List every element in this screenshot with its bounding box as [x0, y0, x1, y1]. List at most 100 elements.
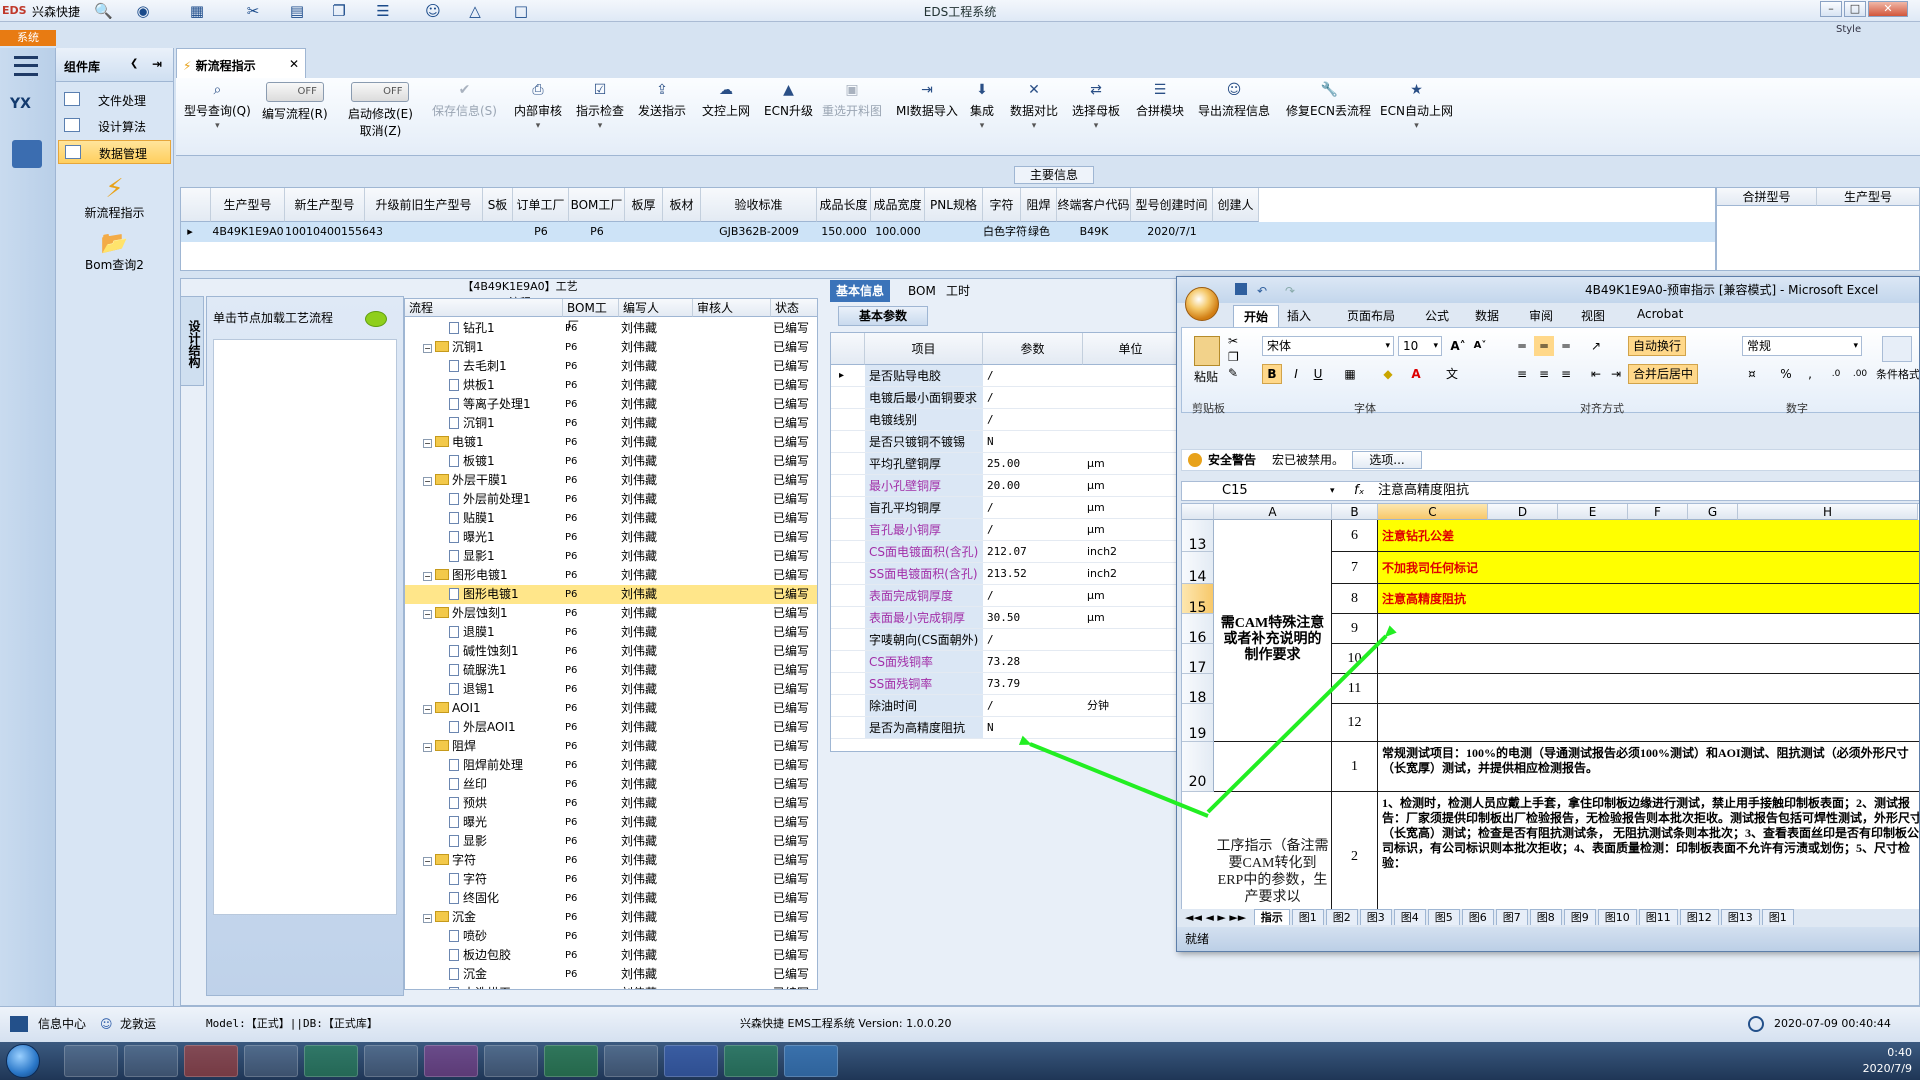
- number-format-select[interactable]: 常规 ▾: [1742, 336, 1862, 356]
- excel-ribbon-tab[interactable]: 页面布局: [1347, 307, 1395, 324]
- collapse-icon[interactable]: −: [423, 705, 432, 714]
- cell-b[interactable]: 12: [1332, 704, 1378, 742]
- flow-tree-row[interactable]: 外层AOI1 P6 刘伟藏 已编写: [405, 718, 817, 737]
- flow-tree-row[interactable]: 图形电镀1 P6 刘伟藏 已编写: [405, 585, 817, 604]
- param-value[interactable]: 73.79: [983, 673, 1083, 695]
- main-header-cell[interactable]: 订单工厂: [513, 188, 569, 222]
- param-row[interactable]: 是否只镀铜不镀锡 N: [831, 431, 1179, 453]
- name-box[interactable]: C15: [1222, 482, 1312, 500]
- flow-tree-row[interactable]: 沉金 P6 刘伟藏 已编写: [405, 965, 817, 984]
- font-size-select[interactable]: 10 ▾: [1398, 336, 1442, 356]
- check-button[interactable]: ☑ 指示检查 ▾: [576, 82, 624, 131]
- font-name-select[interactable]: 宋体 ▾: [1262, 336, 1394, 356]
- sheet-tab[interactable]: 图1: [1291, 909, 1324, 925]
- toolbox-icon[interactable]: [12, 140, 42, 168]
- sheet-tab[interactable]: 图9: [1563, 909, 1596, 925]
- main-header-cell[interactable]: 升级前旧生产型号: [365, 188, 483, 222]
- flow-tree-row[interactable]: − AOI1 P6 刘伟藏 已编写: [405, 699, 817, 718]
- row-header[interactable]: 19: [1182, 704, 1214, 742]
- column-header[interactable]: H: [1738, 504, 1918, 520]
- excel-ribbon-tab[interactable]: 视图: [1581, 307, 1605, 324]
- shrink-font-icon[interactable]: A˅: [1470, 336, 1490, 356]
- tool-new-flow[interactable]: ⚡ 新流程指示: [56, 174, 173, 221]
- sheet-tab[interactable]: 图7: [1495, 909, 1528, 925]
- flow-tree-row[interactable]: 硫脲洗1 P6 刘伟藏 已编写: [405, 661, 817, 680]
- maximize-button[interactable]: □: [1844, 1, 1866, 17]
- collapse-icon[interactable]: −: [423, 344, 432, 353]
- flow-tree-row[interactable]: 退锡1 P6 刘伟藏 已编写: [405, 680, 817, 699]
- integrate-button[interactable]: ⬇ 集成 ▾: [970, 82, 994, 131]
- cell-b[interactable]: 2: [1332, 792, 1378, 922]
- sheet-tab[interactable]: 指示: [1253, 909, 1290, 925]
- minimize-button[interactable]: –: [1820, 1, 1842, 17]
- cell-c[interactable]: 注意高精度阻抗: [1378, 584, 1919, 614]
- param-value[interactable]: 30.50: [983, 607, 1083, 629]
- ecn-auto-upload-button[interactable]: ★ ECN自动上网 ▾: [1380, 82, 1453, 131]
- param-value[interactable]: 212.07: [983, 541, 1083, 563]
- sheet-tab[interactable]: 图2: [1325, 909, 1358, 925]
- menu-icon[interactable]: [14, 56, 38, 76]
- doc-upload-button[interactable]: ☁ 文控上网: [702, 82, 750, 119]
- param-value[interactable]: /: [983, 387, 1083, 409]
- cell-c[interactable]: 不加我司任何标记: [1378, 552, 1919, 584]
- fill-color-icon[interactable]: ◆: [1378, 364, 1398, 384]
- main-header-cell[interactable]: 验收标准: [701, 188, 817, 222]
- merged-cell-process[interactable]: 工序指示（备注需要CAM转化到ERP中的参数，生产要求以: [1214, 792, 1332, 922]
- paste-icon[interactable]: [1194, 336, 1220, 366]
- undo-icon[interactable]: ↶: [1257, 278, 1267, 304]
- cell-b[interactable]: 7: [1332, 552, 1378, 584]
- row-header[interactable]: 14: [1182, 552, 1214, 585]
- flow-tree-row[interactable]: 曝光 P6 刘伟藏 已编写: [405, 813, 817, 832]
- column-header[interactable]: B: [1332, 504, 1378, 520]
- conditional-format-label[interactable]: 条件格式: [1876, 366, 1919, 382]
- pin-icon[interactable]: ⇥: [152, 57, 162, 71]
- taskbar-app-x[interactable]: [424, 1045, 478, 1077]
- param-row[interactable]: 盲孔平均铜厚 / μm: [831, 497, 1179, 519]
- taskbar-app-calc[interactable]: [604, 1045, 658, 1077]
- param-value[interactable]: 213.52: [983, 563, 1083, 585]
- flow-tree-row[interactable]: 丝印 P6 刘伟藏 已编写: [405, 775, 817, 794]
- flow-tree-row[interactable]: 等离子处理1 P6 刘伟藏 已编写: [405, 395, 817, 414]
- flow-tree-row[interactable]: − 字符 P6 刘伟藏 已编写: [405, 851, 817, 870]
- redo-icon[interactable]: ↷: [1285, 278, 1295, 304]
- main-header-cell[interactable]: 字符: [983, 188, 1021, 222]
- param-row[interactable]: CS面残铜率 73.28: [831, 651, 1179, 673]
- grow-font-icon[interactable]: A˄: [1448, 336, 1468, 356]
- system-tab[interactable]: 系统: [0, 30, 56, 46]
- cut-icon[interactable]: ✂: [1228, 334, 1238, 348]
- reselect-image-button[interactable]: ▣ 重选开料图: [822, 82, 882, 119]
- flow-tree-row[interactable]: 字符 P6 刘伟藏 已编写: [405, 870, 817, 889]
- main-header-cell[interactable]: 阻焊: [1021, 188, 1057, 222]
- toggle-switch[interactable]: OFF: [351, 82, 410, 102]
- cell-c[interactable]: [1378, 644, 1919, 674]
- write-flow-toggle[interactable]: OFF 编写流程(R): [262, 82, 328, 122]
- yx-logo-icon[interactable]: YX: [10, 96, 44, 126]
- column-header[interactable]: C: [1378, 504, 1488, 520]
- row-header[interactable]: 13: [1182, 520, 1214, 553]
- main-header-cell[interactable]: 创建人: [1213, 188, 1259, 222]
- sheet-tab[interactable]: 图12: [1679, 909, 1719, 925]
- align-left-icon[interactable]: ≡: [1512, 364, 1532, 384]
- taskbar-app-green2[interactable]: [724, 1045, 778, 1077]
- align-right-icon[interactable]: ≡: [1556, 364, 1576, 384]
- row-header[interactable]: 15: [1182, 584, 1214, 616]
- align-center-icon[interactable]: ≡: [1534, 364, 1554, 384]
- param-row[interactable]: 最小孔壁铜厚 20.00 μm: [831, 475, 1179, 497]
- repair-ecn-button[interactable]: 🔧 修复ECN丢流程: [1286, 82, 1371, 119]
- flow-tree-row[interactable]: 钻孔1 P6 刘伟藏 已编写: [405, 319, 817, 338]
- param-value[interactable]: 25.00: [983, 453, 1083, 475]
- tab-basic-info[interactable]: 基本信息: [830, 280, 891, 302]
- param-value[interactable]: /: [983, 497, 1083, 519]
- border-icon[interactable]: ▦: [1340, 364, 1360, 384]
- collapse-icon[interactable]: −: [423, 914, 432, 923]
- param-row[interactable]: 字唛朝向(CS面朝外) /: [831, 629, 1179, 651]
- sheet-tab[interactable]: 图8: [1529, 909, 1562, 925]
- currency-icon[interactable]: ¤: [1742, 364, 1762, 384]
- close-tab-icon[interactable]: ✕: [289, 57, 299, 71]
- sheet-tab[interactable]: 图11: [1638, 909, 1678, 925]
- taskbar-app-save[interactable]: [124, 1045, 178, 1077]
- cell-b[interactable]: 6: [1332, 520, 1378, 552]
- taskbar-app-red[interactable]: [184, 1045, 238, 1077]
- flow-tree-row[interactable]: 显影 P6 刘伟藏 已编写: [405, 832, 817, 851]
- merged-cell-blank[interactable]: [1214, 742, 1332, 792]
